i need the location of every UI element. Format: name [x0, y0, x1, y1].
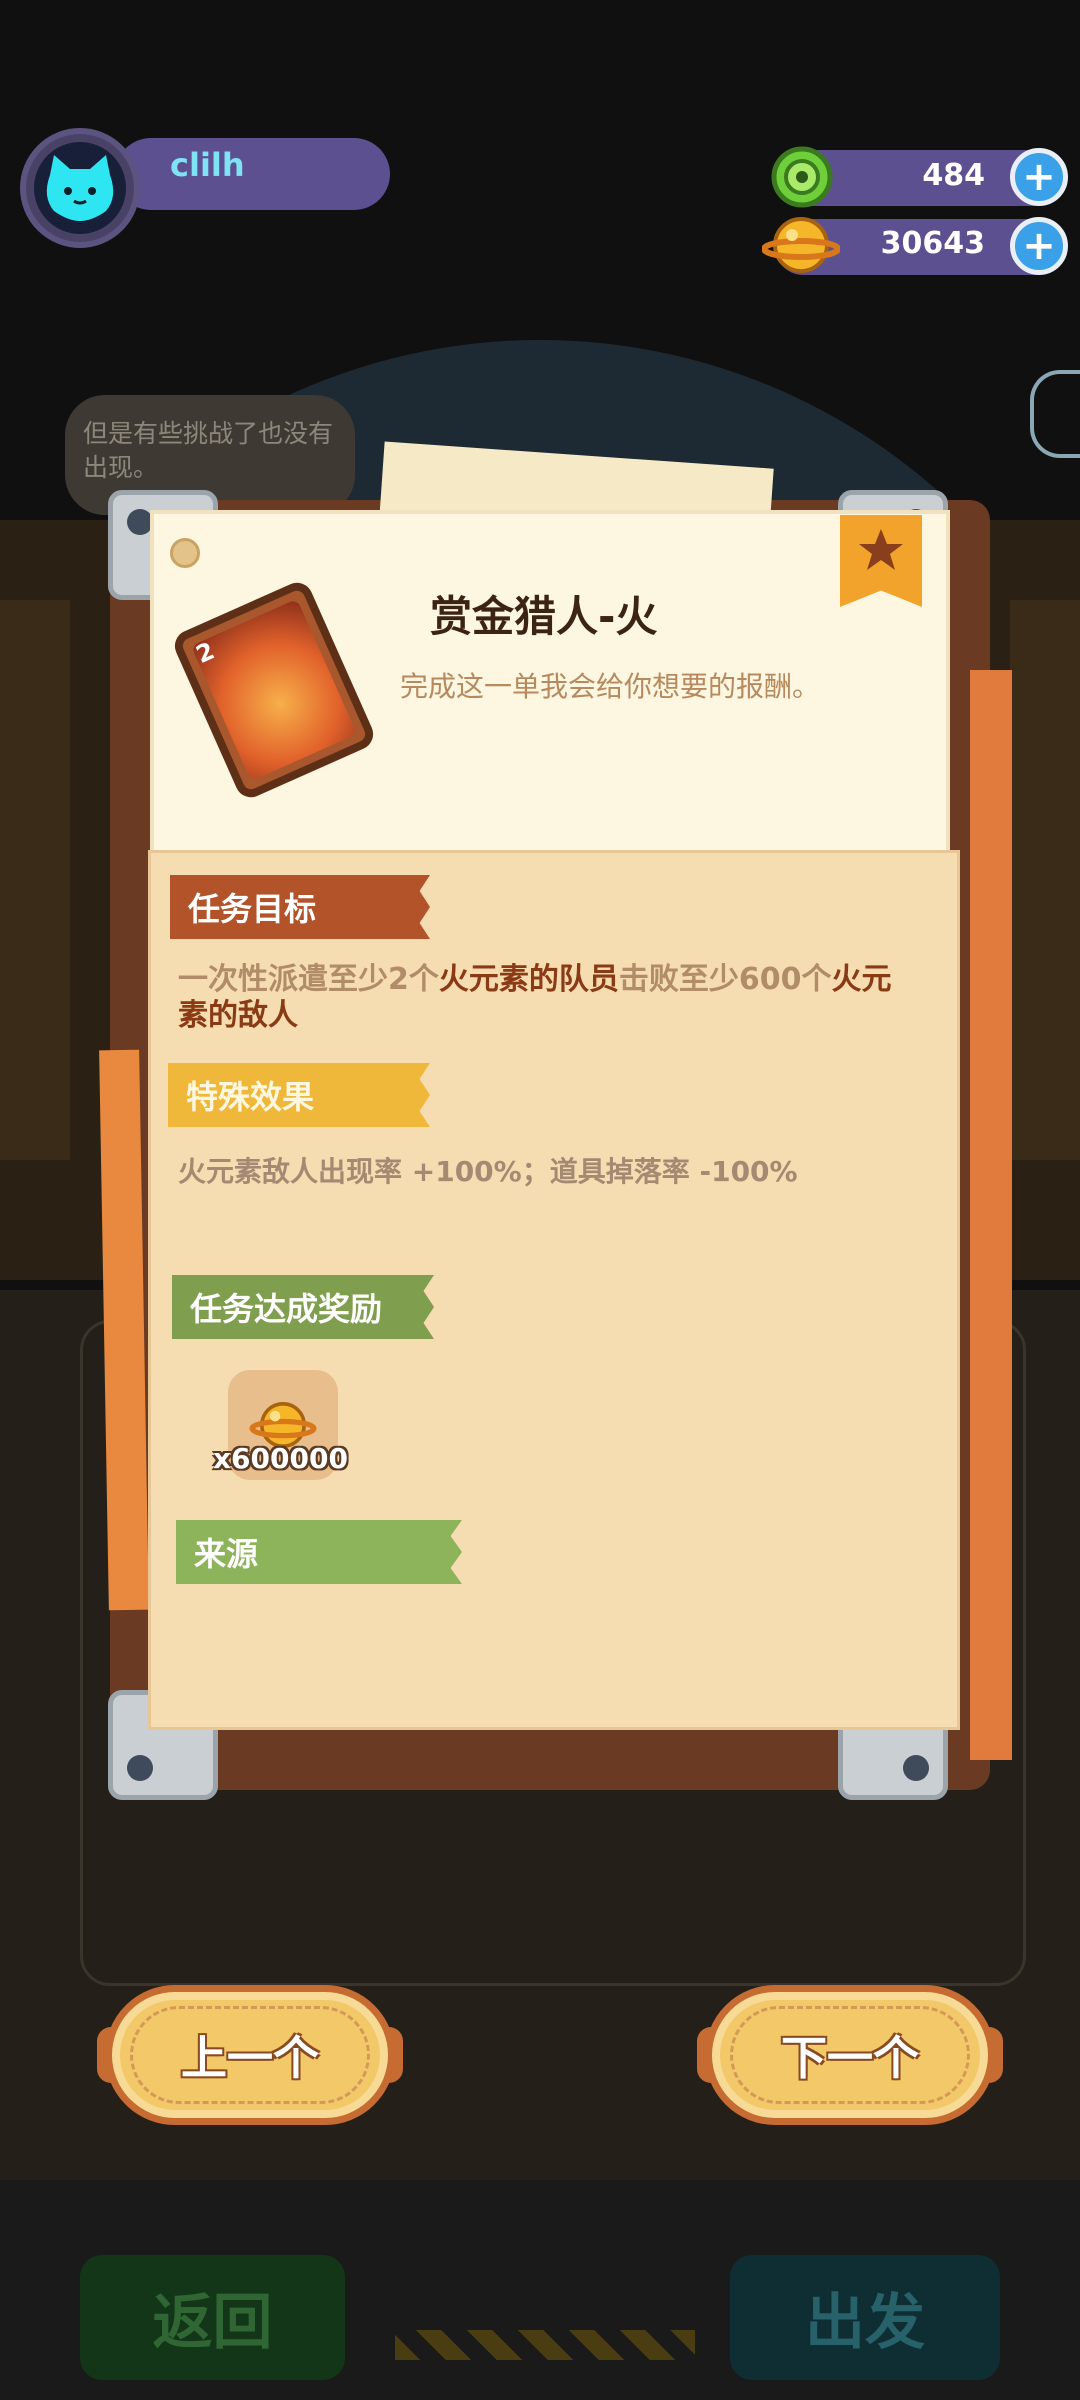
- next-button-wrap: 下一个: [697, 1985, 1003, 2125]
- player-panel[interactable]: clilh: [20, 128, 390, 248]
- goal-text-part2: 击败至少600个: [618, 962, 832, 997]
- plus-icon: +: [1022, 154, 1056, 200]
- goal-highlight-members: 火元素的队员: [438, 962, 619, 997]
- avatar[interactable]: [20, 128, 140, 248]
- side-tab-handle[interactable]: [1030, 370, 1080, 458]
- goal-text-part1: 一次性派遣至少2个: [178, 962, 439, 997]
- next-button[interactable]: 下一个: [705, 1985, 995, 2125]
- background-left-banner: [0, 600, 70, 1160]
- card-side-sheet: [970, 670, 1012, 1760]
- gold-planet-coin-icon: [761, 211, 841, 279]
- quest-description: 完成这一单我会给你想要的报酬。: [400, 670, 821, 703]
- bolt-icon: [127, 1755, 153, 1781]
- next-button-label: 下一个: [781, 2031, 919, 2085]
- bolt-icon: [903, 1755, 929, 1781]
- prev-button[interactable]: 上一个: [105, 1985, 395, 2125]
- quest-title: 赏金猎人-火: [430, 592, 658, 641]
- source-ribbon: 来源: [176, 1520, 462, 1584]
- gem-count: 484: [922, 158, 985, 193]
- green-donut-gem-icon: [770, 145, 834, 209]
- reward-quantity: x600000: [213, 1442, 348, 1475]
- player-name: clilh: [170, 146, 245, 184]
- add-gems-button[interactable]: +: [1010, 148, 1068, 206]
- goal-text: 一次性派遣至少2个火元素的队员击败至少600个火元素的敌人: [178, 962, 918, 1034]
- background-right-banner: [1010, 600, 1080, 1160]
- effect-text: 火元素敌人出现率 +100%；道具掉落率 -100%: [178, 1155, 798, 1188]
- prev-button-wrap: 上一个: [97, 1985, 403, 2125]
- effect-ribbon: 特殊效果: [168, 1063, 430, 1127]
- back-button[interactable]: 返回: [80, 2255, 345, 2380]
- quest-card: 2 赏金猎人-火 完成这一单我会给你想要的报酬。 任务目标 一次性派遣至少2个火…: [99, 441, 1012, 1800]
- cat-avatar-icon: [34, 142, 126, 234]
- prev-button-label: 上一个: [181, 2031, 319, 2085]
- depart-button[interactable]: 出发: [730, 2255, 1000, 2380]
- goal-ribbon: 任务目标: [170, 875, 430, 939]
- coin-count: 30643: [880, 226, 985, 261]
- reward-ribbon: 任务达成奖励: [172, 1275, 434, 1339]
- pin-icon: [170, 538, 200, 568]
- hazard-stripe: [395, 2330, 695, 2360]
- star-icon: [859, 529, 903, 570]
- player-name-bar: [115, 138, 390, 210]
- plus-icon: +: [1022, 223, 1056, 269]
- add-coins-button[interactable]: +: [1010, 217, 1068, 275]
